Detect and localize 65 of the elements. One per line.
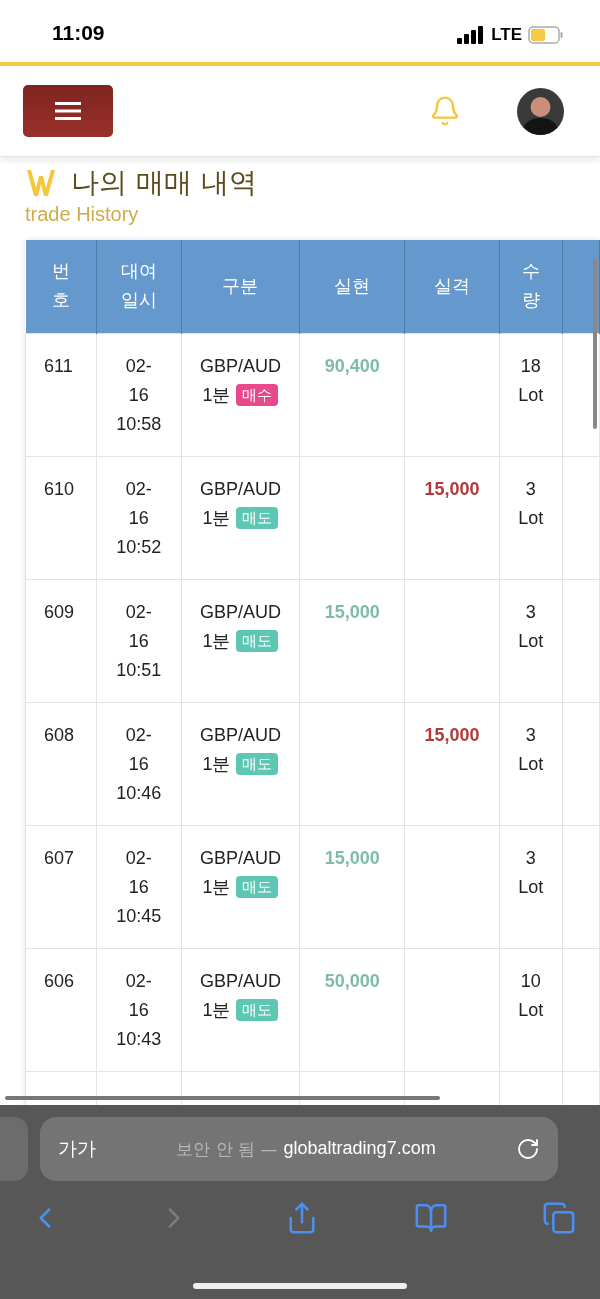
side-tag: 매도 [236, 999, 279, 1021]
period-label: 1분 [202, 383, 231, 407]
date-cell-text: 02- 16 10:52 [116, 477, 162, 559]
loss-amount: 15,000 [424, 724, 480, 745]
pair-label: GBP/AUD [198, 477, 282, 501]
pair-label: GBP/AUD [198, 846, 282, 870]
page-subtitle: trade History [25, 203, 140, 226]
page-title: 나의 매매 내역 [71, 165, 257, 201]
period-label: 1분 [202, 998, 231, 1022]
date-cell-text: 02- 16 10:45 [116, 846, 162, 928]
row-number: 608 [44, 723, 76, 747]
column-header: 실현 [334, 274, 371, 296]
period-label: 1분 [202, 875, 231, 899]
profit-amount: 90,400 [324, 355, 380, 376]
row-number: 609 [44, 600, 76, 624]
profit-amount: 15,000 [324, 847, 380, 868]
quantity: 3 Lot [517, 600, 545, 653]
profit-amount: 15,000 [324, 601, 380, 622]
quantity: 3 Lot [517, 477, 545, 530]
side-tag: 매도 [236, 753, 279, 775]
pair-label: GBP/AUD [198, 723, 282, 747]
date-cell-text: 02- 16 10:51 [116, 600, 162, 682]
menu-icon [55, 102, 81, 120]
date-cell-text: 02- 16 10:43 [116, 969, 162, 1051]
side-tag: 매도 [236, 507, 279, 529]
domain-text: globaltrading7.com [283, 1137, 436, 1160]
column-header: 수량 [521, 260, 540, 311]
reload-icon[interactable] [516, 1137, 540, 1161]
profit-amount: 50,000 [324, 970, 380, 991]
quantity: 3 Lot [517, 846, 545, 899]
side-tag: 매도 [236, 876, 279, 898]
tabs-icon[interactable] [542, 1201, 576, 1235]
row-number: 606 [44, 969, 76, 993]
side-tag: 매수 [236, 384, 279, 406]
text-size-button[interactable]: 가가 [58, 1136, 96, 1162]
period-label: 1분 [202, 752, 231, 776]
date-cell-text: 02- 16 10:58 [116, 354, 162, 436]
period-label: 1분 [202, 506, 231, 530]
quantity: 10 Lot [517, 969, 545, 1022]
row-number: 611 [44, 354, 74, 378]
network-label: LTE [491, 25, 522, 45]
security-note: 보안 안 됨 — [176, 1137, 278, 1161]
book-icon[interactable] [413, 1201, 448, 1235]
quantity: 18 Lot [517, 354, 545, 407]
period-label: 1분 [202, 629, 231, 653]
loss-amount: 15,000 [424, 478, 480, 499]
column-header: 대여일시 [120, 260, 157, 311]
battery-icon [528, 26, 564, 44]
row-number: 610 [44, 477, 76, 501]
pair-label: GBP/AUD [198, 600, 282, 624]
quantity: 3 Lot [517, 723, 545, 776]
menu-button[interactable] [23, 85, 113, 137]
bell-icon[interactable] [429, 95, 461, 127]
column-header: 실격 [433, 274, 470, 296]
address-bar[interactable]: 가가 보안 안 됨 — globaltrading7.com [40, 1117, 558, 1181]
avatar[interactable] [517, 87, 564, 135]
signal-icon [457, 26, 486, 44]
clock: 11:09 [52, 20, 105, 45]
pair-label: GBP/AUD [198, 354, 282, 378]
pair-label: GBP/AUD [198, 969, 282, 993]
column-header: 구분 [222, 274, 259, 296]
side-tag: 매도 [236, 630, 279, 652]
date-cell-text: 02- 16 10:46 [116, 723, 162, 805]
column-header: 번호 [51, 260, 70, 311]
row-number: 607 [44, 846, 76, 870]
